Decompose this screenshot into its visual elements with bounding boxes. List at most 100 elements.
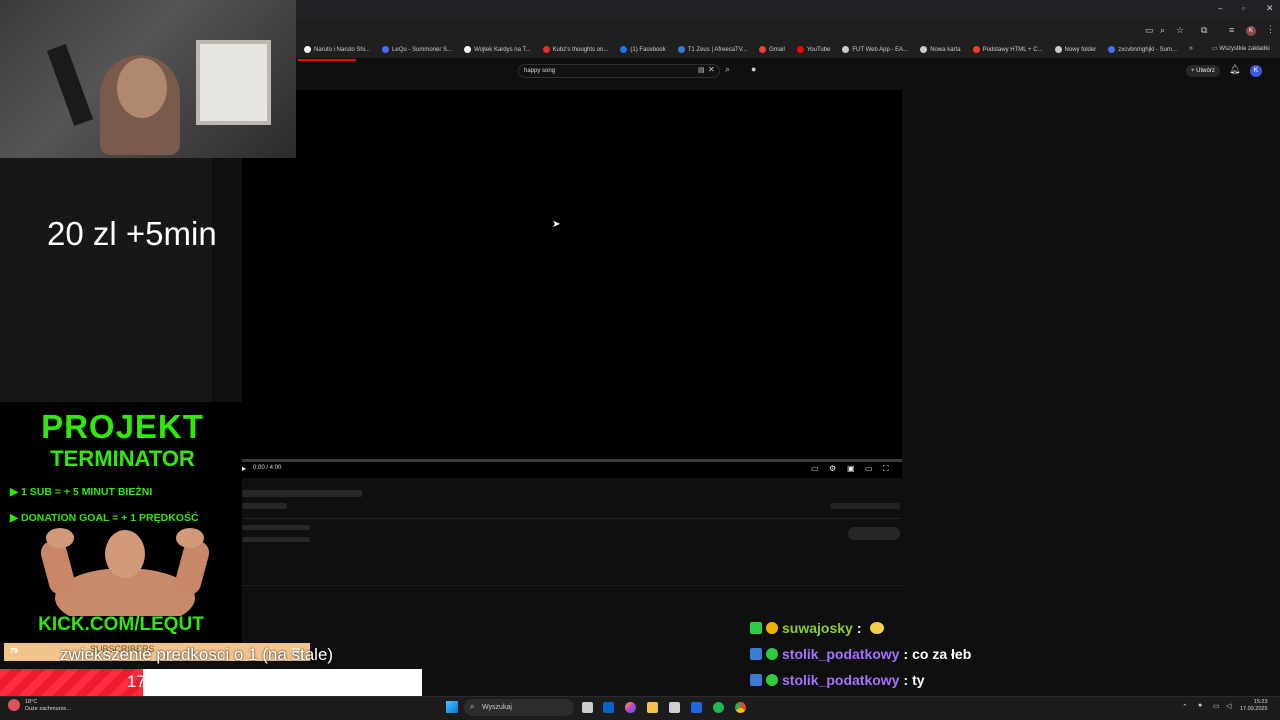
search-icon[interactable]: ⌕ bbox=[725, 64, 730, 75]
webcam-window-background bbox=[196, 40, 271, 125]
bookmark-favicon-icon bbox=[382, 46, 390, 53]
chrome-icon[interactable] bbox=[735, 702, 746, 713]
video-time: 0:00 / 4:00 bbox=[253, 465, 282, 471]
bookmark-item[interactable]: (1) Facebook bbox=[620, 46, 666, 53]
network-icon[interactable]: ▭ bbox=[1213, 702, 1220, 710]
spotify-icon[interactable] bbox=[713, 702, 724, 713]
donation-goal-text: 170.00 / 500 (34.00%) bbox=[126, 672, 296, 691]
task-view-icon[interactable] bbox=[582, 702, 593, 713]
bookmark-item[interactable]: Nowa karta bbox=[920, 46, 961, 53]
bookmark-item[interactable]: Gmail bbox=[759, 46, 785, 53]
bookmark-item[interactable]: T1 Zeus | AfreecaTV... bbox=[677, 46, 747, 53]
outlook-icon[interactable] bbox=[603, 702, 614, 713]
fullscreen-icon[interactable]: ⛶ bbox=[883, 465, 891, 473]
close-window-icon[interactable]: ✕ bbox=[1266, 3, 1274, 14]
minimize-icon[interactable]: – bbox=[1218, 4, 1222, 13]
weather-widget[interactable]: 18°C Duże zachmurze... bbox=[25, 699, 71, 713]
miniplayer-icon[interactable]: ▣ bbox=[847, 465, 855, 473]
subtitles-icon[interactable]: ▭ bbox=[811, 465, 819, 473]
create-button[interactable]: + Utwórz bbox=[1186, 65, 1220, 77]
chat-username[interactable]: suwajosky bbox=[782, 620, 853, 636]
tray-overflow-icon[interactable]: ⌃ bbox=[1182, 703, 1188, 711]
bookmark-favicon-icon bbox=[796, 46, 804, 53]
store-icon[interactable] bbox=[669, 702, 680, 713]
sidebar-icon[interactable]: ≡ bbox=[1229, 25, 1234, 35]
profile-avatar[interactable]: K bbox=[1246, 26, 1256, 36]
account-avatar[interactable]: K bbox=[1250, 65, 1262, 77]
banner-subtitle: TERMINATOR bbox=[50, 446, 195, 471]
chat-separator: : bbox=[856, 620, 862, 636]
microphone-tray-icon[interactable]: ● bbox=[1198, 702, 1202, 709]
banner-title: PROJEKT bbox=[41, 408, 204, 445]
subscribe-skeleton bbox=[848, 527, 900, 540]
cast-icon[interactable]: ▭ bbox=[1145, 25, 1154, 36]
bookmark-label: FUT Web App - EA... bbox=[852, 46, 909, 53]
bookmark-item[interactable]: zxcvbnmghjkl - Sum... bbox=[1108, 46, 1177, 53]
tray-clock[interactable]: 15:23 17.09.2025 bbox=[1240, 699, 1268, 713]
bookmark-favicon-icon bbox=[920, 46, 928, 53]
bookmark-item[interactable]: FUT Web App - EA... bbox=[842, 46, 908, 53]
chat-message: suwajosky: bbox=[750, 620, 884, 636]
zoom-icon[interactable]: ⌕ bbox=[1160, 25, 1165, 36]
weather-desc: Duże zachmurze... bbox=[25, 706, 71, 712]
bookmark-item[interactable]: Podstawy HTML + C... bbox=[972, 46, 1043, 53]
chat-badge-icon bbox=[750, 648, 762, 660]
restore-icon[interactable]: ▫ bbox=[1242, 4, 1245, 13]
settings-gear-icon[interactable]: ⚙ bbox=[829, 465, 837, 473]
divider bbox=[242, 518, 902, 519]
page-load-indicator bbox=[298, 59, 356, 61]
bookmark-item[interactable]: Wojtek Kardys na T... bbox=[464, 46, 531, 53]
chat-badge-icon bbox=[766, 674, 778, 686]
bookmark-label: zxcvbnmghjkl - Sum... bbox=[1118, 46, 1177, 53]
chat-username[interactable]: stolik_podatkowy bbox=[782, 646, 899, 662]
mouse-cursor: ➤ bbox=[552, 219, 561, 230]
notifications-icon[interactable]: 🔔︎ bbox=[1229, 64, 1240, 75]
banner-rule-donation: ▶ DONATION GOAL = + 1 PRĘDKOŚĆ bbox=[10, 512, 199, 524]
video-progress-bar[interactable] bbox=[242, 459, 902, 462]
file-explorer-icon[interactable] bbox=[647, 702, 658, 713]
bookmark-item[interactable]: Naruto i Naruto Shi... bbox=[304, 46, 370, 53]
chat-text: co za łeb bbox=[912, 646, 972, 662]
bookmark-item[interactable]: Nowy folder bbox=[1054, 46, 1096, 53]
channel-skeleton bbox=[242, 525, 310, 530]
bookmark-label: (1) Facebook bbox=[630, 46, 666, 53]
clear-search-icon[interactable]: ✕ bbox=[708, 65, 715, 74]
start-icon[interactable] bbox=[446, 701, 458, 713]
word-icon[interactable] bbox=[691, 702, 702, 713]
chat-separator: : bbox=[903, 672, 909, 688]
bookmark-favicon-icon bbox=[1054, 46, 1062, 53]
extensions-icon[interactable]: ⧉ bbox=[1201, 25, 1207, 36]
clock-date: 17.09.2025 bbox=[1240, 706, 1268, 712]
all-bookmarks-label: Wszystkie zakładki bbox=[1219, 46, 1270, 52]
bookmark-favicon-icon bbox=[677, 46, 685, 53]
copilot-icon[interactable] bbox=[625, 702, 636, 713]
bookmark-star-icon[interactable]: ☆ bbox=[1176, 25, 1184, 36]
all-bookmarks-link[interactable]: ▭ Wszystkie zakładki bbox=[1212, 45, 1270, 52]
bodybuilder-image bbox=[40, 528, 210, 616]
windows-taskbar bbox=[0, 696, 1280, 720]
bookmark-item[interactable]: Kubz's thoughts on... bbox=[542, 46, 608, 53]
bookmarks-overflow-icon[interactable]: » bbox=[1189, 45, 1193, 52]
theater-mode-icon[interactable]: ▭ bbox=[865, 465, 873, 473]
chat-username[interactable]: stolik_podatkowy bbox=[782, 672, 899, 688]
menu-dots-icon[interactable]: ⋮ bbox=[1266, 24, 1275, 35]
search-input[interactable]: happy song bbox=[518, 64, 720, 78]
microphone-icon[interactable]: ● bbox=[751, 64, 756, 74]
weather-icon[interactable] bbox=[8, 699, 20, 711]
bookmark-favicon-icon bbox=[759, 46, 767, 53]
volume-icon[interactable]: ◁ bbox=[1226, 702, 1231, 710]
overlay-panel bbox=[0, 158, 212, 403]
actions-skeleton bbox=[830, 503, 900, 509]
taskbar-search[interactable]: Wyszukaj bbox=[464, 699, 574, 716]
video-player[interactable] bbox=[242, 90, 902, 478]
bookmark-label: Gmail bbox=[769, 46, 785, 53]
bookmark-item[interactable]: YouTube bbox=[796, 46, 830, 53]
chat-text: ty bbox=[912, 672, 925, 688]
bookmark-favicon-icon bbox=[1108, 46, 1116, 53]
title-skeleton bbox=[242, 490, 362, 497]
bookmark-item[interactable]: LeQu - Summoner S... bbox=[382, 46, 452, 53]
keyboard-icon[interactable]: ▤ bbox=[698, 66, 705, 74]
create-label: Utwórz bbox=[1196, 68, 1215, 74]
bookmark-favicon-icon bbox=[842, 46, 850, 53]
chat-badge-icon bbox=[750, 674, 762, 686]
